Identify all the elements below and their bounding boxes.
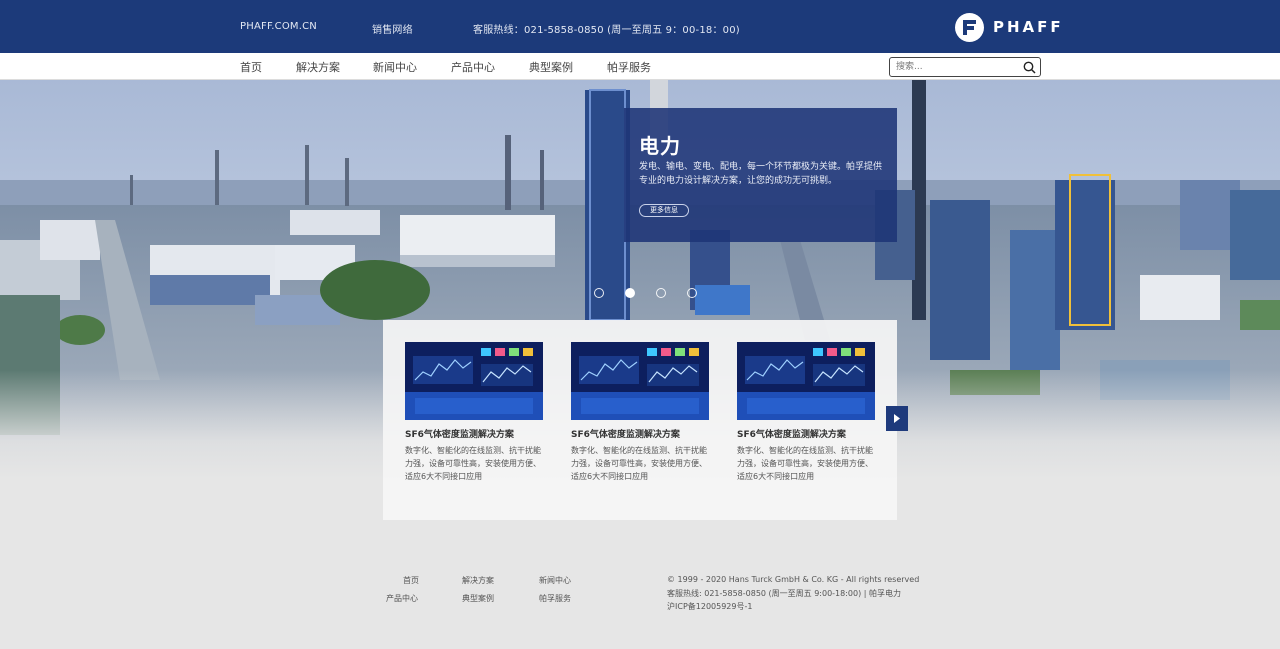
card-title: SF6气体密度监测解决方案	[737, 430, 846, 440]
slider-dots	[594, 288, 698, 300]
card-description: 数字化、智能化的在线监测、抗干扰能力强，设备可靠性高，安装使用方便、适应6大不同…	[405, 446, 541, 481]
next-slide-button[interactable]	[886, 406, 908, 431]
banner-description: 发电、输电、变电、配电，每一个环节都极为关键。帕孚提供专业的电力设计解决方案，让…	[639, 162, 883, 186]
nav-item-cases[interactable]: 典型案例	[529, 59, 573, 75]
card-thumbnail	[571, 342, 709, 420]
top-bar: PHAFF.COM.CN 销售网络 客服热线：021-5858-0850 (周一…	[0, 0, 1280, 53]
nav-item-home[interactable]: 首页	[240, 59, 262, 75]
slider-dot-2[interactable]	[625, 288, 635, 298]
slider-dot-3[interactable]	[656, 288, 666, 298]
banner-title: 电力	[639, 134, 681, 158]
footer-link-services[interactable]: 帕孚服务	[539, 593, 571, 604]
footer-icp[interactable]: 沪ICP备12005929号-1	[667, 601, 752, 612]
more-info-button[interactable]: 更多信息	[639, 204, 689, 217]
hotline-text: 客服热线：021-5858-0850 (周一至周五 9：00-18：00)	[473, 25, 740, 36]
phaff-logo[interactable]: PHAFF	[955, 12, 1064, 42]
footer-link-products[interactable]: 产品中心	[386, 593, 418, 604]
card-thumbnail	[405, 342, 543, 420]
footer-link-solutions[interactable]: 解决方案	[462, 575, 494, 586]
solution-card[interactable]: SF6气体密度监测解决方案 数字化、智能化的在线监测、抗干扰能力强，设备可靠性高…	[737, 342, 877, 483]
slider-dot-4[interactable]	[687, 288, 697, 298]
card-thumbnail	[737, 342, 875, 420]
footer-link-news[interactable]: 新闻中心	[539, 575, 571, 586]
footer-hotline: 客服热线: 021-5858-0850 (周一至周五 9:00-18:00) |…	[667, 589, 902, 598]
sales-network-link[interactable]: 销售网络	[372, 21, 413, 36]
footer-copyright: © 1999 - 2020 Hans Turck GmbH & Co. KG -…	[667, 575, 920, 584]
search-box	[889, 57, 1041, 77]
card-description: 数字化、智能化的在线监测、抗干扰能力强，设备可靠性高，安装使用方便、适应6大不同…	[571, 446, 707, 481]
slider-dot-1[interactable]	[594, 288, 604, 298]
card-description: 数字化、智能化的在线监测、抗干扰能力强，设备可靠性高，安装使用方便、适应6大不同…	[737, 446, 873, 481]
hero-banner-overlay: 电力 发电、输电、变电、配电，每一个环节都极为关键。帕孚提供专业的电力设计解决方…	[624, 108, 897, 242]
nav-item-solutions[interactable]: 解决方案	[296, 59, 340, 75]
footer-link-cases[interactable]: 典型案例	[462, 593, 494, 604]
logo-text: PHAFF	[993, 18, 1064, 36]
chevron-right-icon	[894, 414, 900, 423]
card-title: SF6气体密度监测解决方案	[405, 430, 514, 440]
site-link[interactable]: PHAFF.COM.CN	[240, 21, 317, 32]
card-title: SF6气体密度监测解决方案	[571, 430, 680, 440]
footer-link-home[interactable]: 首页	[403, 575, 419, 586]
nav-item-services[interactable]: 帕孚服务	[607, 59, 651, 75]
solution-card[interactable]: SF6气体密度监测解决方案 数字化、智能化的在线监测、抗干扰能力强，设备可靠性高…	[571, 342, 711, 483]
solution-card[interactable]: SF6气体密度监测解决方案 数字化、智能化的在线监测、抗干扰能力强，设备可靠性高…	[405, 342, 545, 483]
nav-item-products[interactable]: 产品中心	[451, 59, 495, 75]
search-icon[interactable]	[1023, 61, 1036, 74]
search-input[interactable]	[896, 60, 1016, 74]
main-nav: 首页 解决方案 新闻中心 产品中心 典型案例 帕孚服务	[0, 53, 1280, 80]
solutions-panel: SF6气体密度监测解决方案 数字化、智能化的在线监测、抗干扰能力强，设备可靠性高…	[383, 320, 897, 520]
nav-item-news[interactable]: 新闻中心	[373, 59, 417, 75]
phaff-logo-icon	[955, 12, 984, 42]
